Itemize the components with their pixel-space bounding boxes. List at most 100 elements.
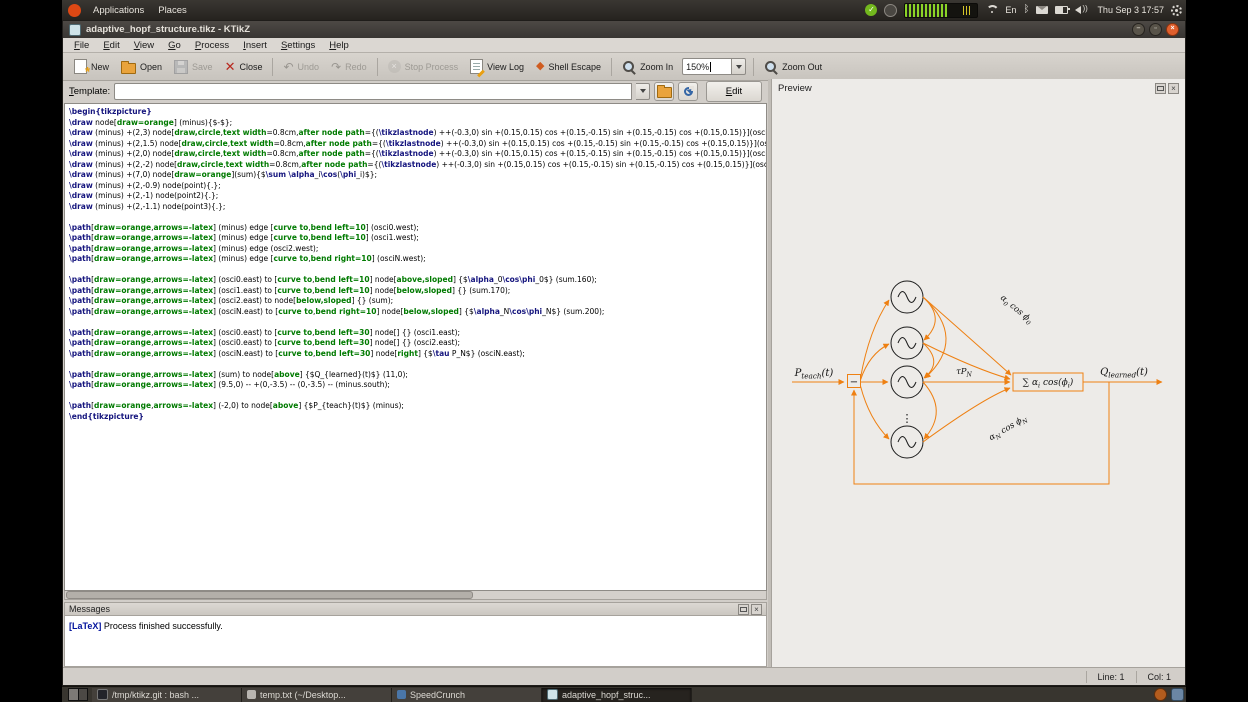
code-line: \draw (minus) +(2,-2) node[draw,circle,t… — [69, 160, 766, 171]
menu-help[interactable]: Help — [322, 40, 356, 51]
stop-process-button[interactable]: × Stop Process — [383, 57, 464, 76]
task-label: SpeedCrunch — [410, 690, 465, 700]
clock[interactable]: Thu Sep 3 17:57 — [1097, 5, 1164, 15]
code-line: \path[draw=orange,arrows=-latex] (osciN.… — [69, 349, 766, 360]
template-reload-button[interactable] — [678, 82, 698, 101]
workspace-switcher[interactable] — [68, 688, 88, 701]
code-line: \path[draw=orange,arrows=-latex] (sum) t… — [69, 370, 766, 381]
message-text: Process finished successfully. — [101, 621, 222, 631]
code-line: \path[draw=orange,arrows=-latex] (osci2.… — [69, 296, 766, 307]
preview-title: Preview — [778, 83, 812, 94]
text-editor-icon — [247, 690, 256, 699]
tray-icon-2[interactable] — [1171, 688, 1184, 701]
editor-column: Template: Edit \begin{tikzpicture} \draw… — [63, 79, 768, 667]
detach-panel-icon[interactable] — [738, 604, 749, 615]
menubar: File Edit View Go Process Insert Setting… — [63, 38, 1185, 53]
scrollbar-thumb[interactable] — [66, 591, 473, 599]
code-line: \draw (minus) +(7,0) node[draw=orange](s… — [69, 170, 766, 181]
toolbar: New Open Save ✕ Close ↶ Undo ↷ Redo × St… — [63, 53, 1185, 81]
distributor-logo-icon[interactable] — [68, 4, 81, 17]
menu-insert[interactable]: Insert — [236, 40, 274, 51]
close-button[interactable]: × — [1166, 23, 1179, 36]
zoom-dropdown-arrow[interactable] — [732, 58, 746, 75]
menu-view[interactable]: View — [127, 40, 161, 51]
system-monitor-applet[interactable] — [904, 3, 978, 18]
output-label: Qlearned(t) — [1100, 367, 1148, 380]
window-icon — [69, 24, 81, 36]
zoom-in-label: Zoom In — [640, 62, 673, 72]
undo-label: Undo — [298, 62, 320, 72]
template-edit-button[interactable]: Edit — [706, 81, 762, 102]
shell-escape-icon: ◆ — [536, 60, 544, 73]
places-menu[interactable]: Places — [151, 3, 194, 18]
code-line: \path[draw=orange,arrows=-latex] (-2,0) … — [69, 401, 766, 412]
new-document-icon — [74, 59, 87, 74]
alphaN-label: αN cos ϕN — [987, 413, 1030, 444]
open-button[interactable]: Open — [116, 57, 167, 77]
ktikz-icon — [547, 689, 558, 700]
close-file-button[interactable]: ✕ Close — [220, 57, 268, 76]
new-button[interactable]: New — [69, 56, 114, 77]
template-label: Template: — [69, 86, 110, 97]
code-line: \path[draw=orange,arrows=-latex] (osci0.… — [69, 328, 766, 339]
zoom-level-input[interactable]: 150% — [682, 58, 732, 75]
redo-icon: ↷ — [331, 61, 341, 73]
menu-go[interactable]: Go — [161, 40, 188, 51]
refresh-icon — [684, 87, 693, 96]
update-status-icon[interactable]: ✓ — [865, 4, 877, 16]
applications-menu[interactable]: Applications — [86, 3, 151, 18]
preview-panel-header: Preview × — [772, 79, 1185, 97]
zoom-in-button[interactable]: Zoom In — [617, 57, 678, 77]
session-gear-icon[interactable] — [1171, 5, 1182, 16]
task-button-terminal[interactable]: /tmp/ktikz.git : bash ... — [92, 688, 242, 702]
detach-panel-icon[interactable] — [1155, 83, 1166, 94]
editor-horizontal-scrollbar[interactable] — [64, 591, 767, 600]
task-button-speedcrunch[interactable]: SpeedCrunch — [392, 688, 542, 702]
template-dropdown-arrow[interactable] — [636, 83, 650, 100]
window-controls: – ▫ × — [1132, 23, 1179, 36]
template-input[interactable] — [114, 83, 632, 100]
ktikz-window: adaptive_hopf_structure.tikz - KTikZ – ▫… — [62, 20, 1186, 686]
close-panel-icon[interactable]: × — [751, 604, 762, 615]
undo-button[interactable]: ↶ Undo — [278, 58, 324, 76]
code-line — [69, 212, 766, 223]
close-x-icon: ✕ — [225, 60, 236, 73]
code-line: \draw (minus) +(2,-0.9) node(point){.}; — [69, 181, 766, 192]
view-log-button[interactable]: View Log — [465, 56, 529, 77]
template-browse-button[interactable] — [654, 82, 674, 101]
shell-escape-button[interactable]: ◆ Shell Escape — [531, 57, 606, 76]
task-button-ktikz[interactable]: adaptive_hopf_struc... — [542, 688, 692, 702]
code-editor[interactable]: \begin{tikzpicture} \draw node[draw=oran… — [64, 103, 767, 591]
save-button[interactable]: Save — [169, 57, 218, 77]
minimize-button[interactable]: – — [1132, 23, 1145, 36]
redo-label: Redo — [345, 62, 367, 72]
volume-icon[interactable] — [1075, 5, 1090, 15]
wifi-icon[interactable] — [985, 5, 998, 15]
input-label: Pteach(t) — [794, 368, 834, 381]
task-button-texteditor[interactable]: temp.txt (~/Desktop... — [242, 688, 392, 702]
main-content: Template: Edit \begin{tikzpicture} \draw… — [63, 79, 1185, 667]
zoom-out-button[interactable]: Zoom Out — [759, 57, 827, 77]
network-globe-icon[interactable] — [884, 4, 897, 17]
titlebar[interactable]: adaptive_hopf_structure.tikz - KTikZ – ▫… — [63, 21, 1185, 38]
menu-file[interactable]: File — [67, 40, 96, 51]
new-label: New — [91, 62, 109, 72]
text-caret — [710, 62, 711, 72]
mail-icon[interactable] — [1036, 6, 1048, 14]
stop-icon: × — [388, 60, 401, 73]
close-panel-icon[interactable]: × — [1168, 83, 1179, 94]
menu-edit[interactable]: Edit — [96, 40, 126, 51]
toolbar-separator — [377, 58, 378, 76]
keyboard-layout-indicator[interactable]: En — [1005, 5, 1016, 15]
notification-area — [1154, 688, 1184, 701]
maximize-button[interactable]: ▫ — [1149, 23, 1162, 36]
bluetooth-icon[interactable]: ᛒ — [1023, 4, 1029, 16]
tray-icon-1[interactable] — [1154, 688, 1167, 701]
zoom-in-icon — [622, 60, 636, 74]
battery-icon[interactable] — [1055, 6, 1068, 14]
menu-process[interactable]: Process — [188, 40, 236, 51]
code-line: \end{tikzpicture} — [69, 412, 766, 423]
statusbar: Line: 1 Col: 1 — [63, 667, 1185, 685]
menu-settings[interactable]: Settings — [274, 40, 322, 51]
redo-button[interactable]: ↷ Redo — [326, 58, 372, 76]
